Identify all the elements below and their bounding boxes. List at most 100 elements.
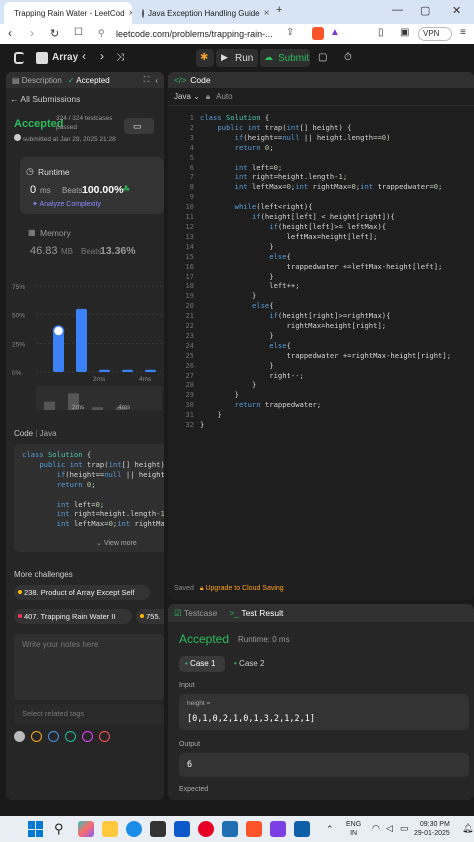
memory-value: 46.83 [30, 245, 58, 257]
next-problem-icon[interactable]: › [100, 49, 104, 63]
line-number: 26 [185, 360, 194, 370]
language-indicator[interactable]: ENG IN [346, 820, 361, 838]
clock[interactable]: 09:30 PM 29-01-2025 [414, 820, 450, 838]
pinterest-icon[interactable] [198, 821, 214, 837]
close-tab-icon[interactable]: × [264, 8, 270, 19]
bookmark-icon[interactable]: ☐ [74, 27, 83, 38]
eclipse-icon[interactable] [222, 821, 238, 837]
code-line: else{​ [269, 251, 291, 261]
note-color-swatch[interactable] [99, 731, 110, 742]
collapse-icon[interactable]: ‹ [155, 76, 164, 85]
minimize-icon[interactable]: — [392, 4, 403, 16]
site-info-icon[interactable]: ⚲ [98, 28, 105, 39]
time-text: 09:30 PM [419, 821, 450, 828]
browser-tab-leetcode[interactable]: Trapping Rain Water - LeetCod × [4, 2, 132, 24]
sidebar-icon[interactable]: ▯ [378, 27, 384, 38]
line-numbers: 1 2 3 4 5 6 7 8 9 10 11 12 13 14 15 16 17 18 19 20 21 22 23 24 2… [172, 113, 194, 430]
tray-chevron-icon[interactable]: ⌃ [326, 824, 334, 835]
auto-mode-label[interactable]: Auto [216, 92, 232, 101]
wallet-icon[interactable]: ▣ [400, 27, 409, 38]
windows-start-icon[interactable] [28, 821, 44, 837]
note-color-swatch[interactable] [82, 731, 93, 742]
memory-label[interactable]: Memory [40, 228, 71, 238]
editorial-button[interactable]: ▭ [124, 118, 154, 134]
tab-description[interactable]: ▤ Description [12, 76, 62, 85]
lang-code: ENG [346, 821, 362, 828]
submit-button[interactable]: ☁ Submit [260, 49, 310, 67]
runtime-card[interactable]: ◷ Runtime 0 ms Beats 100.00% ☘ ✦ Analyze… [20, 157, 164, 214]
upgrade-label: Upgrade to Cloud Saving [205, 585, 284, 592]
brave-shield-icon[interactable] [312, 27, 324, 40]
share-icon[interactable]: ⇪ [286, 27, 294, 38]
submission-panel: ▤ Description ✓ Accepted ⛶ ‹ ← All Submi… [6, 72, 164, 800]
notes-icon[interactable]: ▢ [318, 52, 327, 63]
url-field[interactable]: leetcode.com/problems/trapping-rain-... [116, 27, 296, 42]
line-number: 28 [185, 380, 194, 390]
runtime-unit: ms [40, 186, 51, 195]
note-color-swatch[interactable] [48, 731, 59, 742]
leetcode-logo-icon[interactable] [14, 52, 24, 64]
run-button[interactable]: ▶ Run [216, 49, 258, 67]
vpn-button[interactable]: VPN [418, 27, 452, 41]
upgrade-link[interactable]: 🔒︎ Upgrade to Cloud Saving [200, 585, 284, 592]
analyze-complexity-link[interactable]: ✦ Analyze Complexity [32, 200, 101, 208]
tab-testcase[interactable]: ☑ Testcase [174, 608, 217, 619]
case-1-tab[interactable]: • Case 1 [179, 656, 225, 672]
memory-icon: ▦ [28, 228, 36, 237]
close-tab-icon[interactable]: × [129, 8, 132, 19]
forward-icon[interactable]: › [30, 26, 34, 40]
menu-icon[interactable]: ≡ [460, 27, 466, 38]
vscode-icon[interactable] [294, 821, 310, 837]
code-line: return 0;​ [234, 142, 274, 152]
maximize-icon[interactable]: ▢ [420, 4, 430, 17]
view-more-button[interactable]: ⌄ View more [96, 539, 137, 547]
case-2-tab[interactable]: • Case 2 [234, 656, 274, 672]
code-brackets-icon: </> [174, 75, 187, 85]
challenge-chip[interactable]: 755. [136, 609, 164, 624]
expand-icon[interactable]: ⛶ [144, 75, 150, 85]
notes-placeholder: Write your notes here [22, 640, 99, 649]
code-line: if(height==null || height.length==0)​ [234, 132, 391, 142]
problem-list-icon[interactable] [36, 52, 48, 64]
note-color-swatch[interactable] [14, 731, 25, 742]
timer-icon[interactable]: ⏱ [344, 52, 352, 63]
new-tab-icon[interactable]: + [276, 4, 282, 16]
editor-title[interactable]: Code [190, 75, 210, 85]
store-icon[interactable] [150, 821, 166, 837]
search-icon[interactable]: ⚲ [54, 821, 70, 837]
runtime-distribution-chart[interactable]: 75% 50% 25% 0% 2ms 4ms 2ms 4ms [6, 272, 164, 420]
challenge-chip[interactable]: 407. Trapping Rain Water II [14, 609, 132, 624]
prev-problem-icon[interactable]: ‹ [82, 49, 86, 63]
volume-icon[interactable]: ◁ [386, 823, 393, 834]
line-number: 30 [185, 400, 194, 410]
code-editor-text[interactable]: class Solution {​ public int trap(int[] … [200, 113, 470, 430]
close-window-icon[interactable]: ✕ [452, 4, 461, 17]
reload-icon[interactable]: ↻ [50, 27, 59, 40]
brave-rewards-icon[interactable]: ▲ [330, 27, 340, 38]
copilot-icon[interactable] [78, 821, 94, 837]
brave-taskbar-icon[interactable] [246, 821, 262, 837]
tab-test-result[interactable]: >_ Test Result [229, 608, 283, 618]
edge-icon[interactable] [126, 821, 142, 837]
note-color-swatch[interactable] [65, 731, 76, 742]
debug-button[interactable]: ✱ [196, 49, 214, 67]
wifi-icon[interactable]: ◠ [372, 823, 380, 834]
challenge-chip[interactable]: 238. Product of Array Except Self [14, 585, 150, 600]
shuffle-icon[interactable]: ⤨ [116, 52, 124, 63]
battery-icon[interactable]: ▭ [400, 823, 409, 834]
browser-tab-java[interactable]: Java Exception Handling Guide × [136, 2, 270, 24]
dell-icon[interactable] [174, 821, 190, 837]
notification-bell-icon[interactable]: 🔔︎ [462, 823, 473, 834]
back-icon[interactable]: ‹ [8, 26, 12, 40]
problem-list-label[interactable]: Array [52, 52, 78, 63]
testcases-passed: 324 / 324 testcases passed [56, 115, 113, 131]
language-select[interactable]: Java ⌄ [174, 92, 200, 101]
line-number: 19 [185, 291, 194, 301]
file-explorer-icon[interactable] [102, 821, 118, 837]
all-submissions-link[interactable]: ← All Submissions [10, 94, 80, 104]
note-color-swatch[interactable] [31, 731, 42, 742]
tab-accepted[interactable]: ✓ Accepted [68, 76, 110, 85]
vs-icon[interactable] [270, 821, 286, 837]
tags-select[interactable]: Select related tags [14, 704, 164, 724]
notes-textarea[interactable]: Write your notes here [14, 634, 164, 700]
